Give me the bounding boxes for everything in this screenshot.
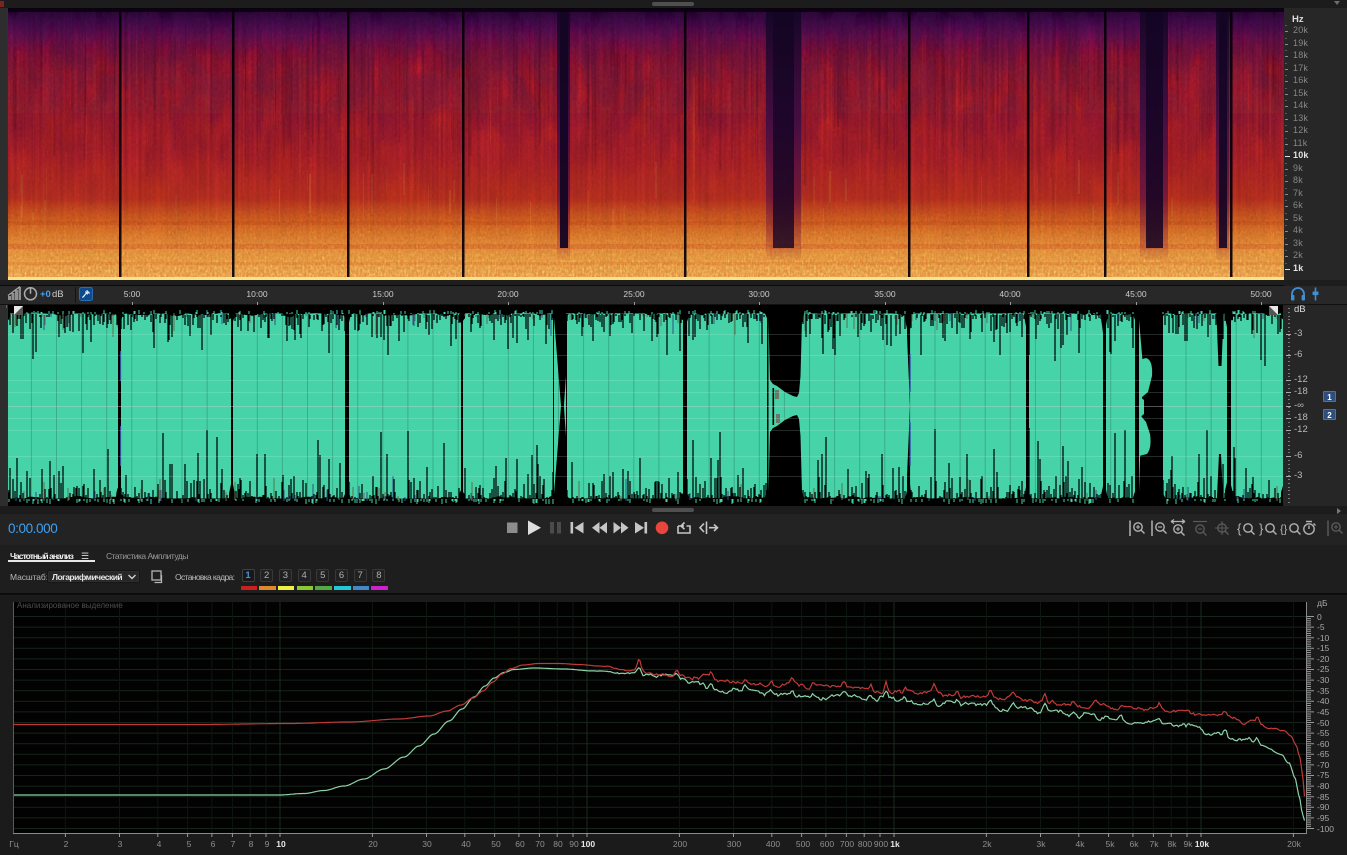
svg-text:}: } <box>1259 521 1264 536</box>
svg-text:{: { <box>1237 521 1242 536</box>
svg-text:{}: {} <box>1280 524 1288 536</box>
